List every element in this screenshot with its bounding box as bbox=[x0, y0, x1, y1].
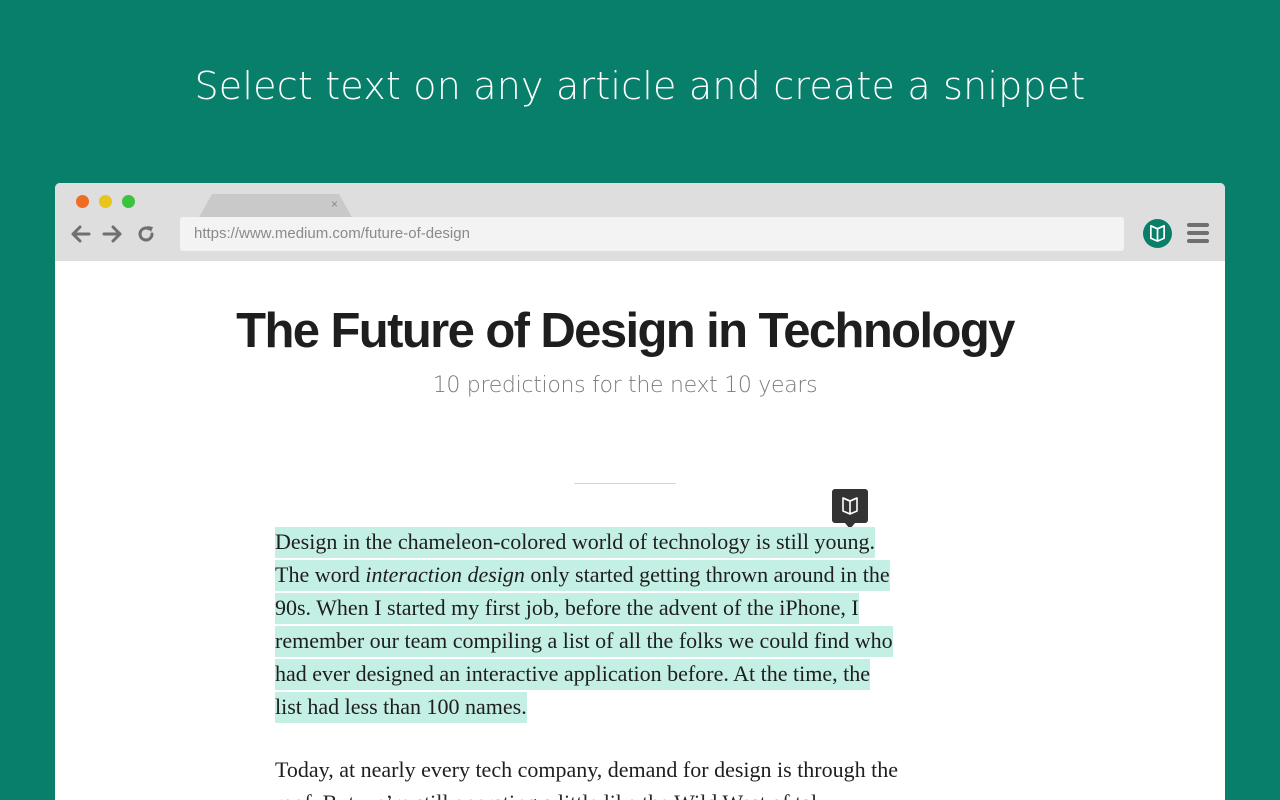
snippet-extension-button[interactable] bbox=[1143, 219, 1172, 248]
selected-text-line: had ever designed an interactive applica… bbox=[275, 659, 870, 690]
create-snippet-button[interactable] bbox=[832, 489, 868, 529]
arrow-left-icon bbox=[71, 225, 91, 243]
forward-button[interactable] bbox=[99, 221, 125, 247]
italic-term: interaction design bbox=[365, 562, 525, 587]
reload-icon bbox=[138, 226, 154, 242]
back-button[interactable] bbox=[68, 221, 94, 247]
selected-text-line: list had less than 100 names. bbox=[275, 692, 527, 723]
text-line: Today, at nearly every tech company, dem… bbox=[275, 757, 899, 782]
article-subtitle: 10 predictions for the next 10 years bbox=[432, 373, 818, 398]
selected-text-line: The word interaction design only started… bbox=[275, 560, 890, 591]
hamburger-menu-icon bbox=[1187, 223, 1209, 227]
hamburger-bar bbox=[1187, 231, 1209, 235]
browser-menu-button[interactable] bbox=[1187, 223, 1209, 245]
reload-button[interactable] bbox=[133, 221, 159, 247]
selected-text-line: Design in the chameleon-colored world of… bbox=[275, 527, 875, 558]
open-book-icon bbox=[842, 497, 858, 515]
article-title: The Future of Design in Technology bbox=[236, 304, 1015, 358]
tab-close-icon[interactable]: × bbox=[331, 197, 338, 211]
selected-text-line: 90s. When I started my first job, before… bbox=[275, 593, 859, 624]
text-segment: The word bbox=[275, 562, 366, 587]
close-window-button[interactable] bbox=[76, 195, 89, 208]
browser-window: × https://www.medium.com/future-of-desig… bbox=[55, 183, 1225, 800]
browser-tab[interactable] bbox=[198, 194, 353, 219]
browser-toolbar: × https://www.medium.com/future-of-desig… bbox=[55, 183, 1225, 261]
arrow-right-icon bbox=[102, 225, 122, 243]
article-paragraph[interactable]: Today, at nearly every tech company, dem… bbox=[275, 753, 995, 800]
page-content: The Future of Design in Technology 10 pr… bbox=[55, 261, 1225, 800]
selected-paragraph[interactable]: Design in the chameleon-colored world of… bbox=[275, 525, 995, 723]
promo-headline: Select text on any article and create a … bbox=[194, 64, 1086, 108]
open-book-icon bbox=[1149, 225, 1166, 242]
text-segment: only started getting thrown around in th… bbox=[524, 562, 890, 587]
address-bar[interactable]: https://www.medium.com/future-of-design bbox=[180, 217, 1124, 251]
minimize-window-button[interactable] bbox=[99, 195, 112, 208]
selected-text-line: remember our team compiling a list of al… bbox=[275, 626, 893, 657]
maximize-window-button[interactable] bbox=[122, 195, 135, 208]
text-line: roof. But we’re still operating a little… bbox=[275, 786, 995, 800]
section-divider bbox=[574, 483, 676, 484]
hamburger-bar bbox=[1187, 239, 1209, 243]
